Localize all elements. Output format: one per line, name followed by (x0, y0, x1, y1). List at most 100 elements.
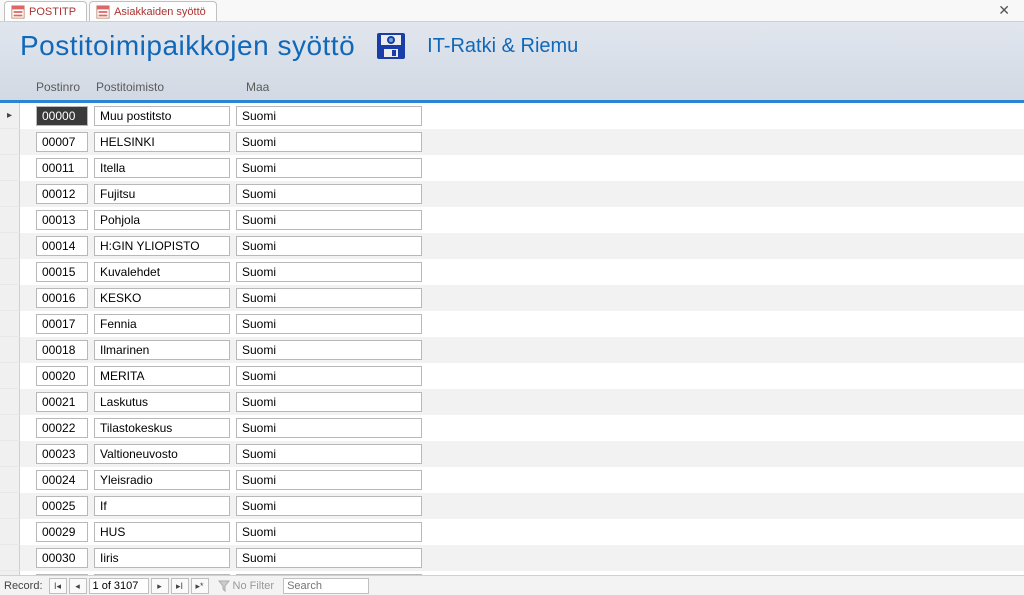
table-row[interactable]: 00030 Iiris Suomi (0, 545, 1024, 571)
table-row[interactable]: 00023 Valtioneuvosto Suomi (0, 441, 1024, 467)
cell-postitoimisto[interactable]: HUS (94, 522, 230, 542)
close-icon[interactable]: ✕ (992, 2, 1016, 19)
table-row[interactable]: 00022 Tilastokeskus Suomi (0, 415, 1024, 441)
table-row[interactable]: 00007 HELSINKI Suomi (0, 129, 1024, 155)
cell-postinro[interactable]: 00011 (36, 158, 88, 178)
cell-maa[interactable]: Suomi (236, 106, 422, 126)
cell-postinro[interactable]: 00016 (36, 288, 88, 308)
cell-postitoimisto[interactable]: Fennia (94, 314, 230, 334)
row-selector[interactable] (0, 285, 20, 311)
row-selector[interactable] (0, 103, 20, 129)
row-selector[interactable] (0, 519, 20, 545)
cell-maa[interactable]: Suomi (236, 470, 422, 490)
nav-first-button[interactable]: I◂ (49, 578, 67, 594)
row-selector[interactable] (0, 337, 20, 363)
cell-maa[interactable]: Suomi (236, 210, 422, 230)
cell-postinro[interactable]: 00020 (36, 366, 88, 386)
cell-maa[interactable]: Suomi (236, 418, 422, 438)
cell-maa[interactable]: Suomi (236, 288, 422, 308)
cell-postitoimisto[interactable]: Laskutus (94, 392, 230, 412)
cell-maa[interactable]: Suomi (236, 444, 422, 464)
cell-postitoimisto[interactable]: Valtioneuvosto (94, 444, 230, 464)
row-selector[interactable] (0, 181, 20, 207)
table-row[interactable]: 00024 Yleisradio Suomi (0, 467, 1024, 493)
cell-maa[interactable]: Suomi (236, 496, 422, 516)
table-row[interactable]: 00000 Muu postitsto Suomi (0, 103, 1024, 129)
cell-postitoimisto[interactable]: KESKO (94, 288, 230, 308)
row-selector[interactable] (0, 129, 20, 155)
cell-maa[interactable]: Suomi (236, 574, 422, 575)
cell-postitoimisto[interactable]: MERITA (94, 366, 230, 386)
cell-postitoimisto[interactable]: GE (94, 574, 230, 575)
table-row[interactable]: 00015 Kuvalehdet Suomi (0, 259, 1024, 285)
cell-postinro[interactable]: 00015 (36, 262, 88, 282)
row-selector[interactable] (0, 155, 20, 181)
cell-postinro[interactable]: 00022 (36, 418, 88, 438)
cell-maa[interactable]: Suomi (236, 314, 422, 334)
table-row[interactable]: 00020 MERITA Suomi (0, 363, 1024, 389)
cell-postinro[interactable]: 00017 (36, 314, 88, 334)
cell-maa[interactable]: Suomi (236, 548, 422, 568)
cell-maa[interactable]: Suomi (236, 132, 422, 152)
table-row[interactable]: 00011ItellaSuomi (0, 155, 1024, 181)
cell-postinro[interactable]: 00000 (36, 106, 88, 126)
cell-postinro[interactable]: 00031 (36, 574, 88, 575)
row-selector[interactable] (0, 467, 20, 493)
table-row[interactable]: 00014H:GIN YLIOPISTOSuomi (0, 233, 1024, 259)
row-selector[interactable] (0, 545, 20, 571)
row-selector[interactable] (0, 363, 20, 389)
cell-postitoimisto[interactable]: Iiris (94, 548, 230, 568)
row-selector[interactable] (0, 311, 20, 337)
nav-next-button[interactable]: ▸ (151, 578, 169, 594)
row-selector[interactable] (0, 493, 20, 519)
cell-postinro[interactable]: 00007 (36, 132, 88, 152)
row-selector[interactable] (0, 207, 20, 233)
cell-maa[interactable]: Suomi (236, 392, 422, 412)
cell-postinro[interactable]: 00013 (36, 210, 88, 230)
cell-postitoimisto[interactable]: Tilastokeskus (94, 418, 230, 438)
cell-postitoimisto[interactable]: Fujitsu (94, 184, 230, 204)
cell-maa[interactable]: Suomi (236, 262, 422, 282)
table-row[interactable]: 00016 KESKO Suomi (0, 285, 1024, 311)
table-row[interactable]: 00012 Fujitsu Suomi (0, 181, 1024, 207)
cell-postinro[interactable]: 00023 (36, 444, 88, 464)
cell-postinro[interactable]: 00024 (36, 470, 88, 490)
record-position-input[interactable] (89, 578, 149, 594)
cell-postitoimisto[interactable]: Kuvalehdet (94, 262, 230, 282)
search-input[interactable] (283, 578, 369, 594)
cell-postitoimisto[interactable]: HELSINKI (94, 132, 230, 152)
cell-maa[interactable]: Suomi (236, 184, 422, 204)
cell-maa[interactable]: Suomi (236, 340, 422, 360)
nav-last-button[interactable]: ▸I (171, 578, 189, 594)
row-selector[interactable] (0, 571, 20, 575)
cell-maa[interactable]: Suomi (236, 236, 422, 256)
table-row[interactable]: 00018IlmarinenSuomi (0, 337, 1024, 363)
cell-postinro[interactable]: 00021 (36, 392, 88, 412)
cell-postitoimisto[interactable]: If (94, 496, 230, 516)
tab-postitp[interactable]: POSTITP (4, 1, 87, 21)
cell-postinro[interactable]: 00025 (36, 496, 88, 516)
cell-maa[interactable]: Suomi (236, 522, 422, 542)
table-row[interactable]: 00031 GE Suomi (0, 571, 1024, 575)
cell-postitoimisto[interactable]: Muu postitsto (94, 106, 230, 126)
cell-postitoimisto[interactable]: Ilmarinen (94, 340, 230, 360)
cell-maa[interactable]: Suomi (236, 366, 422, 386)
row-selector[interactable] (0, 415, 20, 441)
cell-postitoimisto[interactable]: Yleisradio (94, 470, 230, 490)
table-row[interactable]: 00017 Fennia Suomi (0, 311, 1024, 337)
row-selector[interactable] (0, 233, 20, 259)
cell-postitoimisto[interactable]: H:GIN YLIOPISTO (94, 236, 230, 256)
data-grid[interactable]: 00000 Muu postitsto Suomi 00007 HELSINKI Suom… (0, 103, 1024, 575)
cell-postinro[interactable]: 00030 (36, 548, 88, 568)
nav-prev-button[interactable]: ◂ (69, 578, 87, 594)
cell-postitoimisto[interactable]: Pohjola (94, 210, 230, 230)
row-selector[interactable] (0, 389, 20, 415)
cell-postinro[interactable]: 00012 (36, 184, 88, 204)
table-row[interactable]: 00029 HUS Suomi (0, 519, 1024, 545)
table-row[interactable]: 00021 Laskutus Suomi (0, 389, 1024, 415)
row-selector[interactable] (0, 441, 20, 467)
tab-asiakkaiden-syotto[interactable]: Asiakkaiden syöttö (89, 1, 217, 21)
table-row[interactable]: 00013 Pohjola Suomi (0, 207, 1024, 233)
cell-postinro[interactable]: 00029 (36, 522, 88, 542)
nav-new-button[interactable]: ▸* (191, 578, 209, 594)
